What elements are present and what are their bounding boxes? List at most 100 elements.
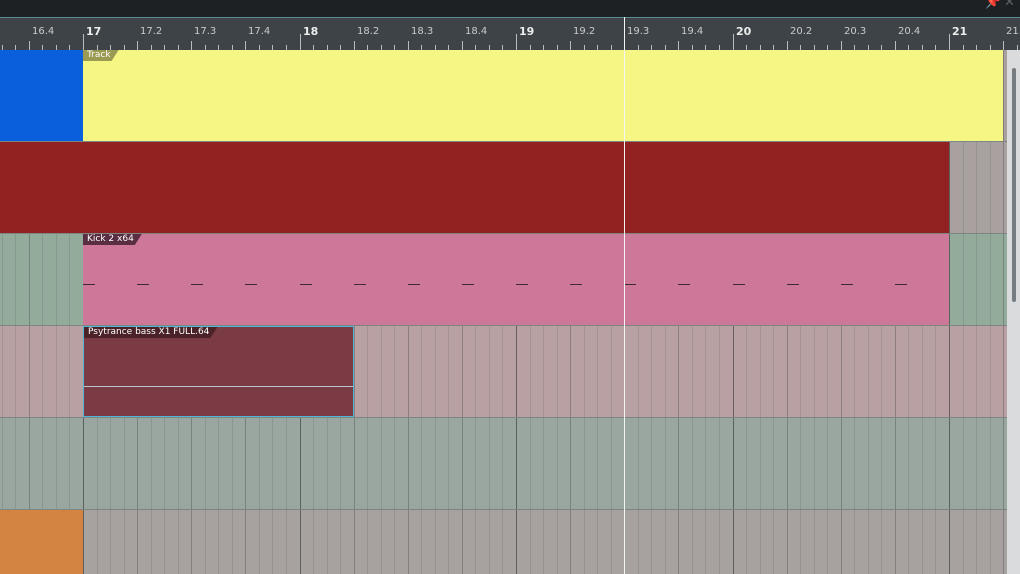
grid-line — [935, 418, 936, 509]
grid-line — [15, 418, 16, 509]
timeline-ruler[interactable]: 16.4 17 17.2 17.3 17.4 18 18.2 18.3 18.4 19 19.2 19… — [0, 17, 1020, 50]
grid-line — [733, 326, 734, 417]
window-title-bar: 📌 ✕ — [0, 0, 1020, 17]
grid-line — [530, 418, 531, 509]
clip-track-1[interactable]: Track — [83, 50, 1003, 141]
grid-line — [800, 418, 801, 509]
grid-line — [597, 510, 598, 574]
grid-line — [408, 510, 409, 574]
midi-note — [300, 284, 312, 285]
grid-line — [394, 418, 395, 509]
grid-line — [868, 326, 869, 417]
grid-line — [949, 326, 950, 417]
grid-line — [557, 418, 558, 509]
grid-line — [516, 326, 517, 417]
pin-icon[interactable]: 📌 — [985, 0, 1001, 10]
grid-line — [692, 326, 693, 417]
grid-line — [421, 418, 422, 509]
grid-line — [705, 418, 706, 509]
midi-note — [245, 284, 257, 285]
grid-line — [489, 418, 490, 509]
close-icon[interactable]: ✕ — [1004, 0, 1015, 10]
ruler-label: 20 — [736, 25, 752, 38]
grid-line — [489, 510, 490, 574]
previous-clip[interactable] — [0, 510, 83, 574]
track-lane-track-5[interactable] — [0, 418, 1007, 510]
grid-line — [516, 418, 517, 509]
grid-line — [191, 418, 192, 509]
grid-line — [638, 326, 639, 417]
grid-line — [15, 234, 16, 325]
previous-clip[interactable] — [0, 50, 83, 141]
grid-line — [990, 142, 991, 233]
ruler-tick — [300, 34, 301, 50]
grid-line — [2, 234, 3, 325]
grid-line — [733, 418, 734, 509]
grid-line — [1003, 510, 1004, 574]
grid-line — [137, 510, 138, 574]
ruler-tick — [137, 41, 138, 50]
midi-note — [408, 284, 420, 285]
grid-line — [69, 326, 70, 417]
grid-line — [327, 418, 328, 509]
grid-line — [448, 326, 449, 417]
track-lane-track-6[interactable] — [0, 510, 1007, 574]
ruler-label: 19.3 — [627, 26, 650, 37]
grid-line — [597, 418, 598, 509]
grid-line — [651, 326, 652, 417]
grid-line — [773, 326, 774, 417]
grid-line — [963, 142, 964, 233]
playhead[interactable] — [624, 17, 625, 574]
track-lane-track-2[interactable] — [0, 142, 1007, 234]
ruler-tick — [354, 41, 355, 50]
grid-line — [638, 418, 639, 509]
grid-line — [408, 418, 409, 509]
grid-line — [1003, 142, 1004, 233]
grid-line — [530, 326, 531, 417]
clip-track-3[interactable]: Kick 2 x64 — [83, 234, 949, 325]
clip-track-4[interactable]: Psytrance bass X1 FULL.64 — [83, 326, 354, 417]
midi-note — [787, 284, 799, 285]
arrangement-view[interactable]: Track Kick 2 x64 Psytrance bass X1 FULL.64 — [0, 50, 1007, 574]
grid-line — [421, 326, 422, 417]
grid-line — [949, 142, 950, 233]
grid-line — [110, 418, 111, 509]
grid-line — [990, 326, 991, 417]
grid-line — [151, 418, 152, 509]
scrollbar-thumb[interactable] — [1012, 68, 1016, 302]
grid-line — [286, 418, 287, 509]
grid-line — [394, 326, 395, 417]
grid-line — [881, 326, 882, 417]
grid-line — [705, 510, 706, 574]
grid-line — [881, 510, 882, 574]
grid-line — [272, 510, 273, 574]
ruler-label: 18.4 — [465, 26, 488, 37]
grid-line — [137, 418, 138, 509]
ruler-tick — [733, 34, 734, 50]
grid-line — [56, 418, 57, 509]
ruler-tick — [895, 41, 896, 50]
grid-line — [516, 510, 517, 574]
track-lane-track-1[interactable]: Track — [0, 50, 1007, 142]
midi-note — [191, 284, 203, 285]
grid-line — [922, 326, 923, 417]
grid-line — [502, 418, 503, 509]
grid-line — [638, 510, 639, 574]
clip-track-2[interactable] — [0, 142, 949, 233]
grid-line — [935, 326, 936, 417]
track-lane-track-4[interactable]: Psytrance bass X1 FULL.64 — [0, 326, 1007, 418]
grid-line — [543, 418, 544, 509]
ruler-label: 18.2 — [357, 26, 380, 37]
grid-line — [719, 510, 720, 574]
track-lane-track-3[interactable]: Kick 2 x64 — [0, 234, 1007, 326]
clip-name-label: Track — [83, 50, 119, 61]
grid-line — [354, 418, 355, 509]
grid-line — [814, 418, 815, 509]
grid-line — [584, 326, 585, 417]
grid-line — [665, 510, 666, 574]
grid-line — [760, 510, 761, 574]
grid-line — [164, 418, 165, 509]
vertical-scrollbar[interactable] — [1007, 50, 1020, 574]
grid-line — [435, 418, 436, 509]
ruler-tick — [245, 41, 246, 50]
